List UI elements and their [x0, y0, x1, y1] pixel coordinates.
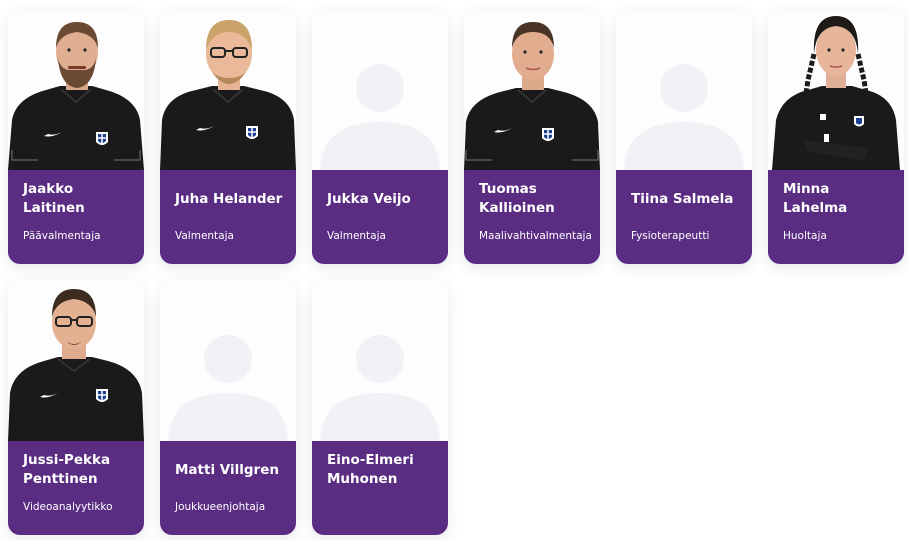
staff-info-panel: Eino-Elmeri Muhonen: [312, 441, 448, 535]
placeholder-avatar-icon: [320, 335, 440, 441]
staff-info-panel: Jaakko Laitinen Päävalmentaja: [8, 170, 144, 264]
staff-name: Jussi-Pekka Penttinen: [23, 452, 111, 487]
staff-role: Valmentaja: [175, 230, 234, 242]
staff-info-panel: Minna Lahelma Huoltaja: [768, 170, 904, 264]
staff-info-panel: Jussi-Pekka Penttinen Videoanalyytikko: [8, 441, 144, 535]
staff-card-matti-villgren[interactable]: Matti Villgren Joukkueenjohtaja: [160, 281, 296, 535]
staff-name: Jaakko Laitinen: [23, 181, 85, 216]
placeholder-avatar-icon: [624, 64, 744, 170]
staff-name: Tiina Salmela: [631, 190, 734, 207]
staff-role: Fysioterapeutti: [631, 230, 710, 242]
staff-name: Matti Villgren: [175, 461, 279, 478]
staff-role: Päävalmentaja: [23, 230, 101, 242]
staff-card-tuomas-kallioinen[interactable]: Tuomas Kallioinen Maalivahtivalmentaja: [464, 10, 600, 264]
staff-role: Valmentaja: [327, 230, 386, 242]
staff-name: Jukka Veijo: [327, 190, 411, 207]
staff-role: Videoanalyytikko: [23, 501, 113, 513]
staff-card-eino-elmeri-muhonen[interactable]: Eino-Elmeri Muhonen: [312, 281, 448, 535]
glasses-icon: [160, 20, 296, 170]
glasses-icon: [8, 289, 144, 441]
staff-photo: [160, 281, 296, 441]
staff-info-panel: Tiina Salmela Fysioterapeutti: [616, 170, 752, 264]
staff-photo: [312, 281, 448, 441]
staff-name: Minna Lahelma: [783, 181, 848, 216]
staff-name: Juha Helander: [175, 190, 283, 207]
staff-card-minna-lahelma[interactable]: Minna Lahelma Huoltaja: [768, 10, 904, 264]
staff-role: Joukkueenjohtaja: [175, 501, 266, 513]
staff-role: Maalivahtivalmentaja: [479, 230, 592, 242]
staff-card-jussi-pekka-penttinen[interactable]: Jussi-Pekka Penttinen Videoanalyytikko: [8, 281, 144, 535]
staff-photo: [160, 10, 296, 170]
staff-card-juha-helander[interactable]: Juha Helander Valmentaja: [160, 10, 296, 264]
staff-photo: [312, 10, 448, 170]
placeholder-avatar-icon: [320, 64, 440, 170]
staff-card-jukka-veijo[interactable]: Jukka Veijo Valmentaja: [312, 10, 448, 264]
staff-info-panel: Tuomas Kallioinen Maalivahtivalmentaja: [464, 170, 600, 264]
beard-icon: [8, 22, 144, 170]
person-icon: [464, 22, 600, 170]
staff-card-tiina-salmela[interactable]: Tiina Salmela Fysioterapeutti: [616, 10, 752, 264]
staff-name: Tuomas Kallioinen: [479, 181, 555, 216]
staff-photo: [8, 10, 144, 170]
braids-icon: [772, 16, 900, 170]
placeholder-avatar-icon: [168, 335, 288, 441]
staff-photo: [464, 10, 600, 170]
staff-photo: [8, 281, 144, 441]
staff-info-panel: Jukka Veijo Valmentaja: [312, 170, 448, 264]
staff-name: Eino-Elmeri Muhonen: [327, 452, 414, 487]
staff-info-panel: Matti Villgren Joukkueenjohtaja: [160, 441, 296, 535]
staff-info-panel: Juha Helander Valmentaja: [160, 170, 296, 264]
staff-photo: [616, 10, 752, 170]
staff-photo: [768, 10, 904, 170]
staff-role: Huoltaja: [783, 230, 827, 242]
staff-card-jaakko-laitinen[interactable]: Jaakko Laitinen Päävalmentaja: [8, 10, 144, 264]
